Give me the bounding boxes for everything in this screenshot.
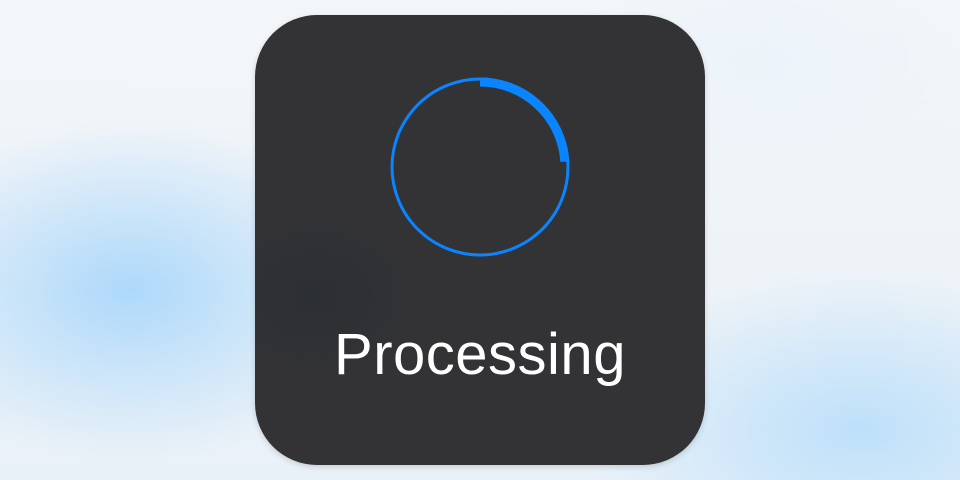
progress-arc xyxy=(479,77,570,163)
processing-hud: Processing xyxy=(255,15,705,465)
progress-ring-icon xyxy=(388,75,572,259)
status-label: Processing xyxy=(334,322,626,387)
